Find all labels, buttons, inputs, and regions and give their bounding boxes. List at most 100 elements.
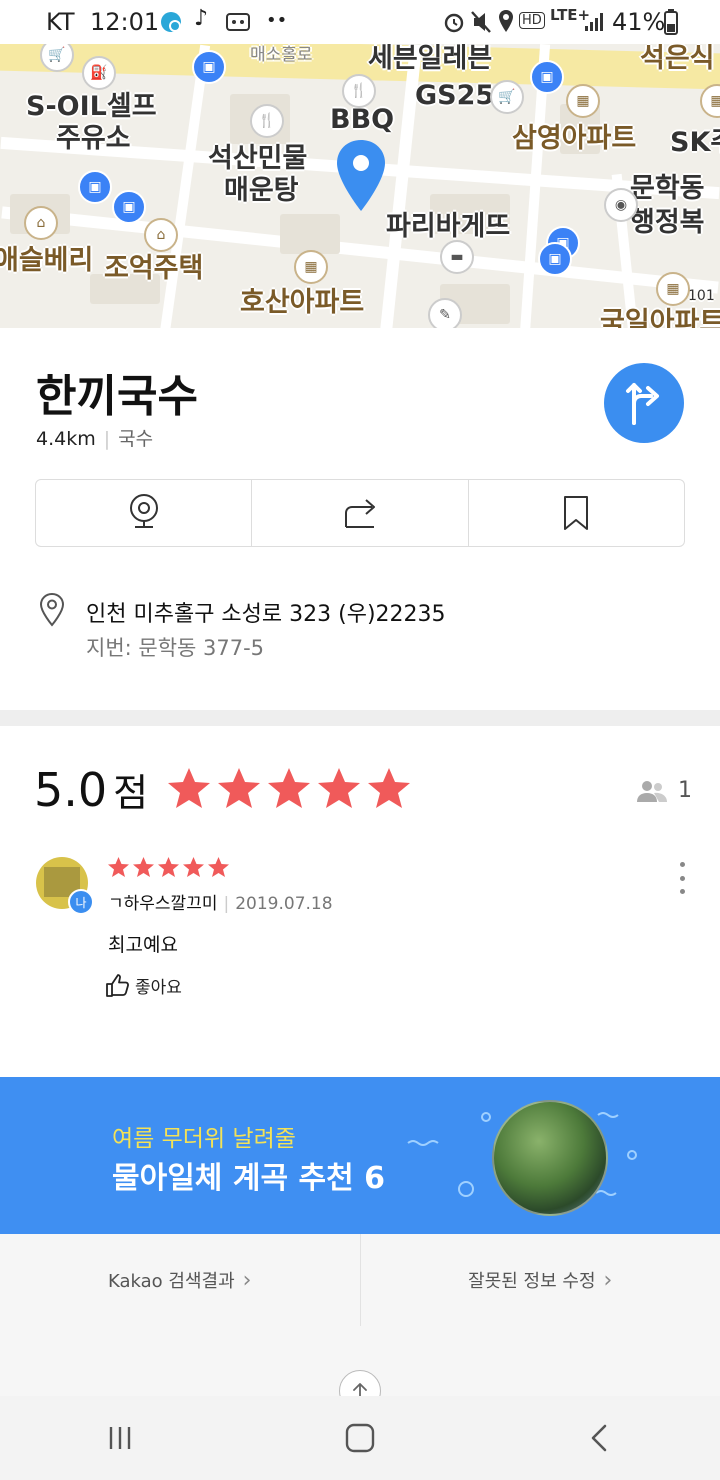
map-label-apartment-sam: 삼영아파트 xyxy=(512,123,637,154)
hd-voice-icon: HD xyxy=(519,12,545,29)
map-label-seven-eleven: 세븐일레븐 xyxy=(368,44,493,74)
star-icon xyxy=(218,768,260,808)
share-button[interactable] xyxy=(252,480,469,546)
bookmark-icon xyxy=(564,496,589,530)
house-icon: ⌂ xyxy=(24,206,58,240)
star-icon xyxy=(368,768,410,808)
star-icon xyxy=(183,857,204,877)
review-meta: ㄱ하우스깔끄미 | 2019.07.18 xyxy=(108,889,333,914)
report-error-link[interactable]: 잘못된 정보 수정 › xyxy=(361,1234,720,1326)
place-title: 한끼국수 xyxy=(36,371,198,422)
star-icon xyxy=(268,768,310,808)
review-text: 최고예요 xyxy=(108,934,178,956)
cloud-sync-icon xyxy=(161,12,181,32)
kakao-search-link[interactable]: Kakao 검색결과 › xyxy=(0,1234,361,1326)
review-more-button[interactable] xyxy=(670,862,694,894)
chevron-right-icon: › xyxy=(603,1267,613,1293)
gas-pump-icon: ⛽ xyxy=(82,56,116,90)
mute-icon xyxy=(471,11,491,33)
star-icon xyxy=(108,857,129,877)
bus-stop-icon[interactable]: ▣ xyxy=(78,170,112,204)
place-meta: 4.4km | 국수 xyxy=(36,424,153,451)
meta-divider: | xyxy=(103,428,111,450)
star-icon xyxy=(133,857,154,877)
map-label-house: 조억주택 xyxy=(104,253,204,284)
review-author[interactable]: ㄱ하우스깔끄미 xyxy=(108,894,217,914)
carrier-label: KT xyxy=(46,8,75,36)
bus-stop-icon[interactable]: ▣ xyxy=(538,242,572,276)
location-icon xyxy=(499,10,513,32)
review-date: 2019.07.18 xyxy=(235,894,333,914)
bus-stop-icon[interactable]: ▣ xyxy=(112,190,146,224)
parking-icon: ▬ xyxy=(440,240,474,274)
building-icon: ▦ xyxy=(566,84,600,118)
restaurant-icon: 🍴 xyxy=(250,104,284,138)
reviewer-count-value: 1 xyxy=(678,778,692,803)
building-icon: ▦ xyxy=(294,250,328,284)
report-error-label: 잘못된 정보 수정 xyxy=(468,1271,596,1292)
address-road[interactable]: 인천 미추홀구 소성로 323 (우)22235 xyxy=(86,596,446,628)
footer-links: Kakao 검색결과 › 잘못된 정보 수정 › xyxy=(0,1234,720,1327)
back-icon[interactable] xyxy=(585,1423,615,1453)
map-label-top-right: 석은식 xyxy=(640,44,715,74)
map-label-restaurant-2: 매운탕 xyxy=(224,175,299,206)
address-lot: 지번: 문학동 377-5 xyxy=(86,636,265,660)
music-icon: ♪ xyxy=(194,6,209,31)
action-bar xyxy=(35,479,685,547)
map-label-left-shop: 애슬베리 xyxy=(0,245,94,276)
notification-dots: •• xyxy=(266,10,288,31)
reviewer-count[interactable]: 1 xyxy=(636,778,692,803)
star-icon xyxy=(168,768,210,808)
kakao-search-label: Kakao 검색결과 xyxy=(108,1271,235,1292)
house-icon: ⌂ xyxy=(144,218,178,252)
map-label-apartment-hosan: 호산아파트 xyxy=(240,287,365,318)
recent-apps-icon[interactable] xyxy=(105,1423,135,1453)
directions-arrow-icon xyxy=(626,383,659,425)
map-label-apartment-gukil: 국일아파트 xyxy=(600,307,720,328)
bus-stop-icon[interactable]: ▣ xyxy=(530,60,564,94)
map-label-bakery: 파리바게뜨 xyxy=(386,211,511,242)
map-label-bbq: BBQ xyxy=(330,104,395,135)
bus-stop-icon[interactable]: ▣ xyxy=(192,50,226,84)
home-icon[interactable] xyxy=(344,1422,376,1454)
rating-unit: 점 xyxy=(113,771,149,815)
bookmark-button[interactable] xyxy=(469,480,684,546)
map-view[interactable]: 매소홀로 세븐일레븐 석은식 S-OIL셀프 주유소 GS25 BBQ 삼영아파… xyxy=(0,44,720,328)
map-label-building-number: 101 xyxy=(688,288,715,304)
battery-percent: 41% xyxy=(612,8,666,36)
school-icon: ✎ xyxy=(428,298,462,328)
share-icon xyxy=(344,499,375,528)
map-label-gas-station-2: 주유소 xyxy=(56,123,131,154)
star-icon xyxy=(318,768,360,808)
building-icon: ▦ xyxy=(656,272,690,306)
distance-label: 4.4km xyxy=(36,428,96,450)
me-badge: 나 xyxy=(68,889,94,915)
like-label: 좋아요 xyxy=(135,978,182,998)
government-office-icon: ◉ xyxy=(604,188,638,222)
review-stars xyxy=(107,856,230,878)
people-icon xyxy=(637,780,667,802)
status-bar: KT 12:01 ♪ •• HD LTE+ 41% xyxy=(0,0,720,44)
cassette-icon xyxy=(226,13,250,31)
star-icon xyxy=(208,857,229,877)
section-divider xyxy=(0,710,720,726)
location-pin-icon[interactable] xyxy=(334,138,388,214)
like-button[interactable]: 좋아요 xyxy=(105,973,182,998)
rating-value: 5.0 xyxy=(34,763,108,817)
map-pin-icon xyxy=(39,592,65,627)
alarm-icon xyxy=(444,13,464,33)
star-icon xyxy=(158,857,179,877)
signal-icon xyxy=(585,13,603,31)
shopping-cart-icon: 🛒 xyxy=(490,80,524,114)
map-label-sk: SK주 xyxy=(670,127,720,158)
roadview-button[interactable] xyxy=(36,480,253,546)
thumbs-up-icon xyxy=(106,973,129,997)
category-label: 국수 xyxy=(118,428,154,450)
directions-button[interactable] xyxy=(604,363,684,443)
roadview-icon xyxy=(129,494,158,528)
clock: 12:01 xyxy=(90,8,160,36)
banner-image xyxy=(492,1100,608,1216)
rating-score: 5.0 점 xyxy=(34,762,148,817)
rating-stars xyxy=(166,766,412,810)
meta-divider: | xyxy=(223,894,230,914)
